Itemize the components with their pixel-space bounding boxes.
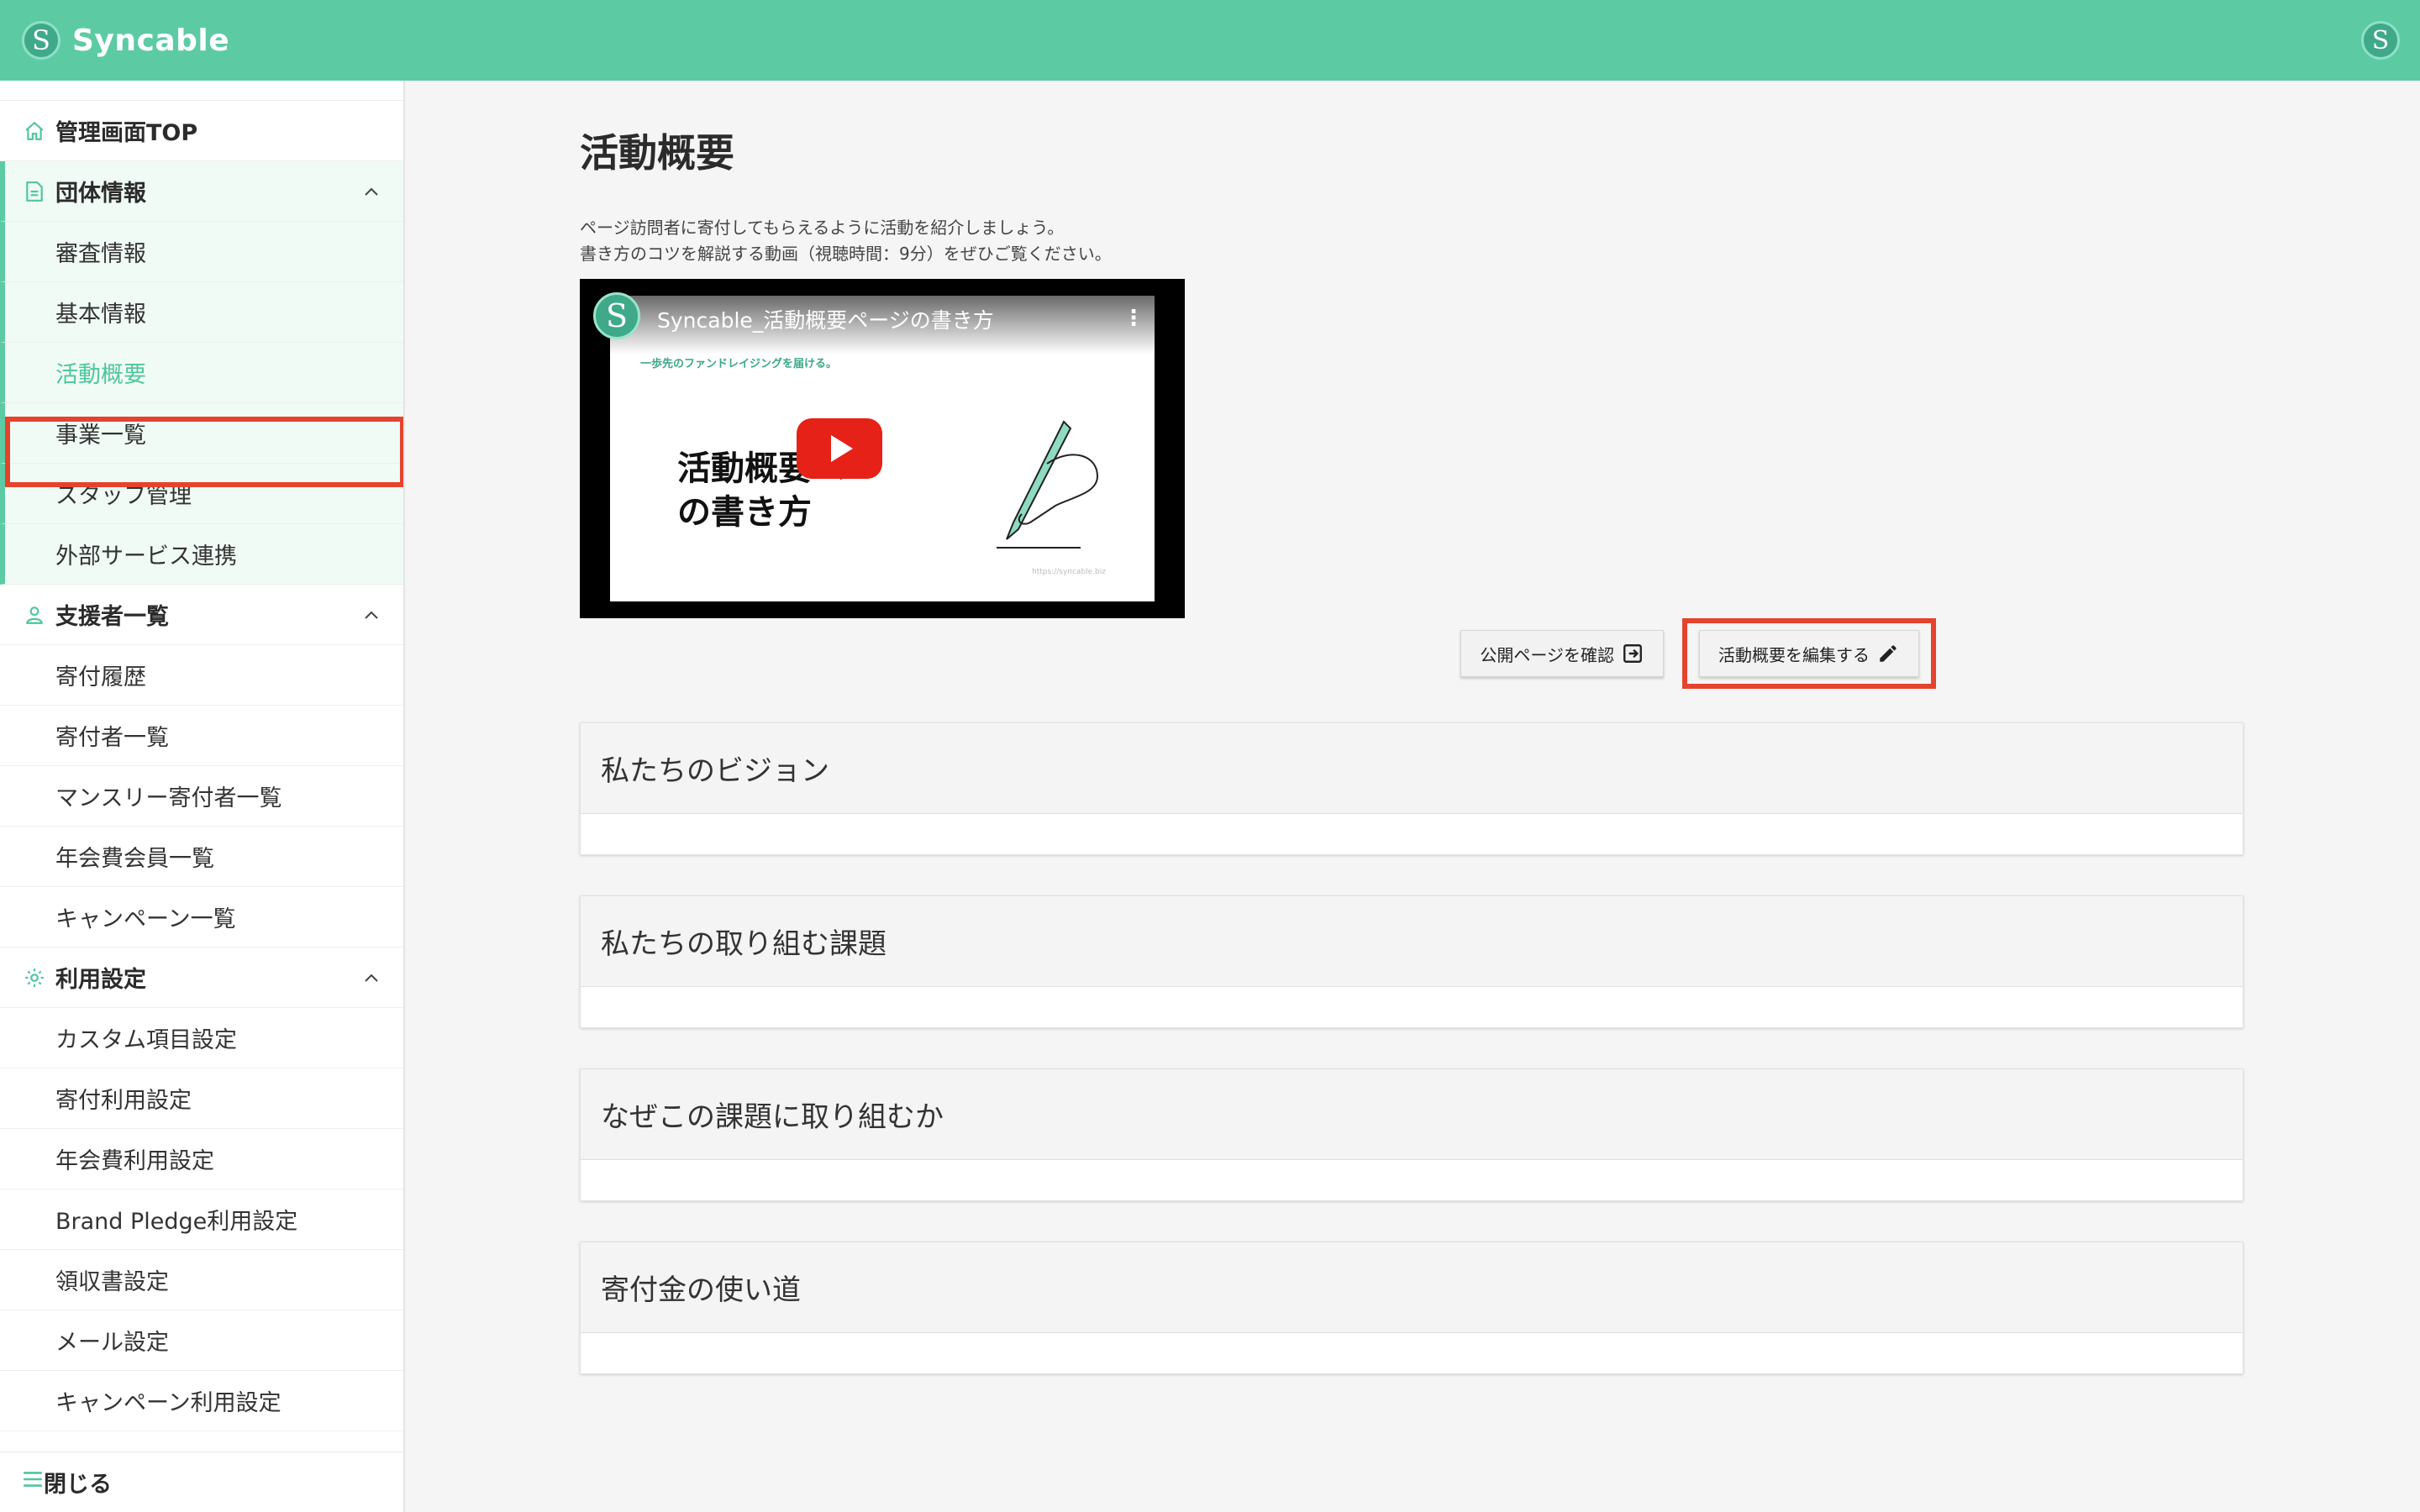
sidebar-item-donation-settings[interactable]: 寄付利用設定 (0, 1068, 403, 1129)
sidebar-item-staff[interactable]: スタッフ管理 (0, 464, 403, 524)
person-icon (22, 602, 47, 627)
page-title: 活動概要 (580, 130, 734, 176)
action-buttons: 公開ページを確認 活動概要を編集する (1460, 618, 1936, 689)
sidebar-close-button[interactable]: 閉じる (0, 1452, 403, 1512)
sidebar-item-projects[interactable]: 事業一覧 (0, 403, 403, 464)
top-header: S Syncable S (0, 0, 2420, 81)
video-title[interactable]: Syncable_活動概要ページの書き方 (657, 304, 994, 334)
sidebar-group-supporters[interactable]: 支援者一覧 (0, 585, 403, 645)
pencil-icon (1876, 642, 1900, 665)
pen-hand-illustration-icon (997, 420, 1099, 549)
sidebar-item-mail-settings[interactable]: メール設定 (0, 1310, 403, 1371)
chevron-up-icon[interactable] (361, 605, 381, 625)
sidebar-group-label: 利用設定 (55, 967, 146, 993)
close-label: 閉じる (44, 1472, 112, 1498)
edit-activity-overview-button[interactable]: 活動概要を編集する (1699, 630, 1919, 677)
sidebar-item-donors[interactable]: 寄付者一覧 (0, 706, 403, 766)
section-title: 私たちのビジョン (581, 723, 2243, 814)
more-options-icon[interactable]: ⋮ (1123, 306, 1144, 331)
gear-icon (22, 965, 47, 990)
main-content: 活動概要 ページ訪問者に寄付してもらえるように活動を紹介しましょう。 書き方のコ… (580, 81, 2244, 1374)
edit-button-highlight: 活動概要を編集する (1682, 618, 1936, 689)
sidebar-group-label: 支援者一覧 (55, 604, 169, 630)
sidebar-item-top[interactable]: 管理画面TOP (0, 101, 403, 161)
brand-name[interactable]: Syncable (72, 24, 229, 58)
sidebar-item-external-services[interactable]: 外部サービス連携 (0, 524, 403, 585)
video-url: https://syncable.biz (1032, 568, 1106, 576)
view-public-page-button[interactable]: 公開ページを確認 (1460, 630, 1664, 677)
channel-logo-icon[interactable]: S (593, 292, 640, 339)
sidebar-item-review-info[interactable]: 審査情報 (0, 222, 403, 282)
section-title: 寄付金の使い道 (581, 1242, 2243, 1333)
sidebar-item-custom-fields[interactable]: カスタム項目設定 (0, 1008, 403, 1068)
sidebar-item-annual-members[interactable]: 年会費会員一覧 (0, 827, 403, 887)
sidebar-group-organization[interactable]: 団体情報 (0, 161, 403, 222)
sidebar-item-brand-pledge[interactable]: Brand Pledge利用設定 (0, 1189, 403, 1250)
page-description: ページ訪問者に寄付してもらえるように活動を紹介しましょう。 書き方のコツを解説す… (580, 218, 1112, 264)
sidebar-item-monthly-donors[interactable]: マンスリー寄付者一覧 (0, 766, 403, 827)
youtube-video-player[interactable]: 一歩先のファンドレイジングを届ける。 活動概要ペー の書き方 https://s… (580, 279, 1185, 618)
document-icon (22, 179, 47, 204)
section-body (581, 814, 2243, 854)
open-page-icon (1621, 642, 1644, 665)
home-icon (22, 118, 47, 144)
sidebar-item-receipt-settings[interactable]: 領収書設定 (0, 1250, 403, 1310)
sidebar-group-settings[interactable]: 利用設定 (0, 948, 403, 1008)
sidebar: 管理画面TOP 団体情報 審査情報 基本情報 活動概要 事業一覧 スタッフ管理 … (0, 81, 405, 1512)
syncable-logo-icon[interactable]: S (22, 21, 60, 60)
video-subtitle: 一歩先のファンドレイジングを届ける。 (640, 358, 838, 370)
menu-icon (22, 1469, 44, 1495)
sidebar-item-campaigns[interactable]: キャンペーン一覧 (0, 887, 403, 948)
section-card-vision: 私たちのビジョン (580, 722, 2244, 855)
sidebar-item-basic-info[interactable]: 基本情報 (0, 282, 403, 343)
sidebar-item-label: 管理画面TOP (55, 120, 198, 146)
sidebar-item-campaign-settings[interactable]: キャンペーン利用設定 (0, 1371, 403, 1431)
sidebar-item-activity-overview[interactable]: 活動概要 (0, 343, 403, 403)
section-card-issue: 私たちの取り組む課題 (580, 895, 2244, 1028)
section-title: なぜこの課題に取り組むか (581, 1069, 2243, 1160)
user-avatar[interactable]: S (2361, 21, 2400, 60)
sidebar-item-donation-history[interactable]: 寄付履歴 (0, 645, 403, 706)
play-icon[interactable] (797, 418, 882, 479)
chevron-up-icon[interactable] (361, 181, 381, 202)
section-body (581, 987, 2243, 1027)
sidebar-group-label: 団体情報 (55, 181, 146, 207)
section-title: 私たちの取り組む課題 (581, 896, 2243, 987)
section-card-why: なぜこの課題に取り組むか (580, 1068, 2244, 1201)
section-card-use-of-funds: 寄付金の使い道 (580, 1242, 2244, 1374)
section-body (581, 1333, 2243, 1373)
sidebar-item-membership-settings[interactable]: 年会費利用設定 (0, 1129, 403, 1189)
section-body (581, 1160, 2243, 1200)
chevron-up-icon[interactable] (361, 968, 381, 988)
